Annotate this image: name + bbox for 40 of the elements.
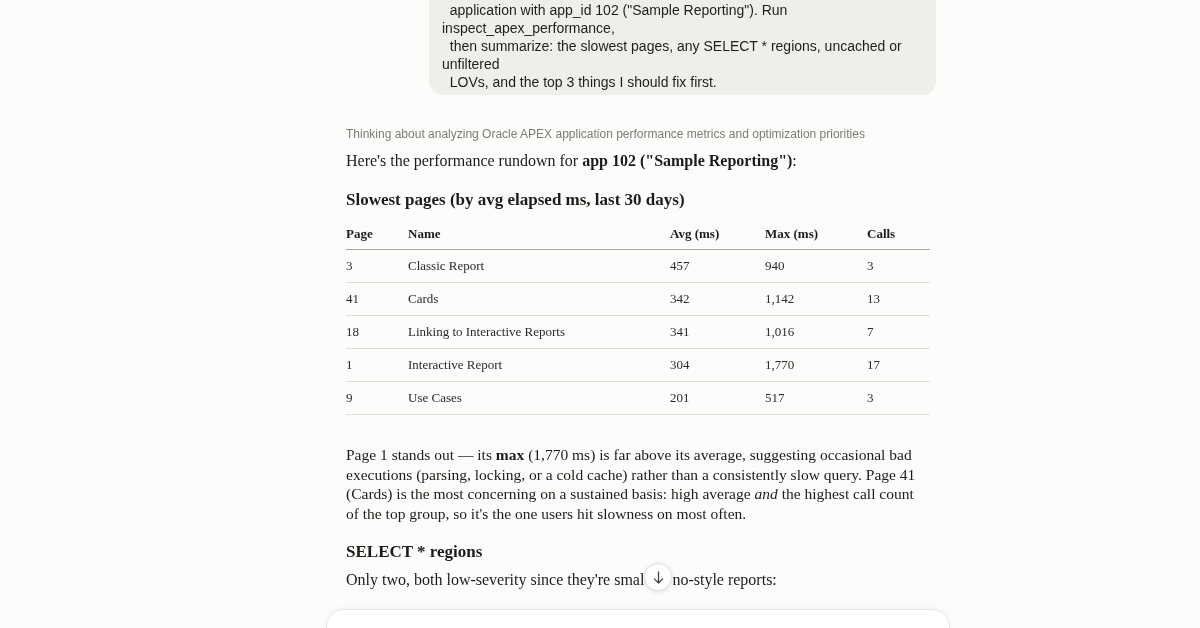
table-cell: 17 — [867, 357, 880, 373]
table-cell: Cards — [408, 291, 439, 307]
table-cell: 201 — [670, 390, 690, 406]
column-header: Max (ms) — [765, 225, 819, 242]
table-cell: Linking to Interactive Reports — [408, 324, 566, 340]
table-cell: 13 — [867, 291, 880, 307]
table-cell: Classic Report — [408, 258, 485, 274]
table-cell: 9 — [346, 390, 353, 406]
column-header: Page — [346, 225, 373, 242]
table-cell: 341 — [670, 324, 690, 340]
analysis-paragraph: Page 1 stands out — its max (1,770 ms) is far above its average, suggesting occasional bad executions (parsing, locking, or a cold cache) rather than a consistently slow query. Page 41 (Cards) is the most concerning on a sustained basis: high average and the highest call count of the top group, so it's the one users hit slowness on most often. — [346, 445, 917, 523]
table-cell: 18 — [346, 324, 359, 340]
table-cell: Use Cases — [408, 390, 462, 406]
thinking-label[interactable]: Thinking about analyzing Oracle APEX application performance metrics and optimization priorities — [346, 126, 930, 142]
table-cell: 41 — [346, 291, 359, 307]
table-cell: 342 — [670, 291, 690, 307]
table-cell: 3 — [867, 258, 874, 274]
table-cell: 3 — [346, 258, 353, 274]
user-message-bubble: application with app_id 102 ("Sample Reporting"). Run inspect_apex_performance, then summarize: the slowest pages, any SELECT * regions, uncached or unfiltered LOVs, and the top 3 things I should fix first. — [429, 0, 936, 95]
arrow-down-icon — [652, 570, 664, 584]
table-cell: 940 — [765, 258, 785, 274]
column-header: Avg (ms) — [670, 225, 720, 242]
column-header: Calls — [867, 225, 896, 242]
column-header: Name — [408, 225, 441, 242]
table-cell: 1,770 — [765, 357, 795, 373]
table-cell: 1,142 — [765, 291, 795, 307]
table-cell: 1,016 — [765, 324, 795, 340]
paragraph-text: Only two, both low-severity since they're smal — [346, 571, 645, 589]
table-cell: 3 — [867, 390, 874, 406]
table-cell: 457 — [670, 258, 690, 274]
paragraph-text: no-style reports: — [672, 571, 777, 589]
section-heading: SELECT * regions — [346, 541, 484, 563]
section-heading: Slowest pages (by avg elapsed ms, last 30 days) — [346, 189, 686, 211]
table-cell: 7 — [867, 324, 874, 340]
response-intro: Here's the performance rundown for app 102 ("Sample Reporting"): — [346, 151, 798, 172]
table-cell: 304 — [670, 357, 690, 373]
table-cell: Interactive Report — [408, 357, 503, 373]
scroll-down-button[interactable] — [644, 563, 673, 591]
table-cell: 1 — [346, 357, 353, 373]
table-cell: 517 — [765, 390, 785, 406]
